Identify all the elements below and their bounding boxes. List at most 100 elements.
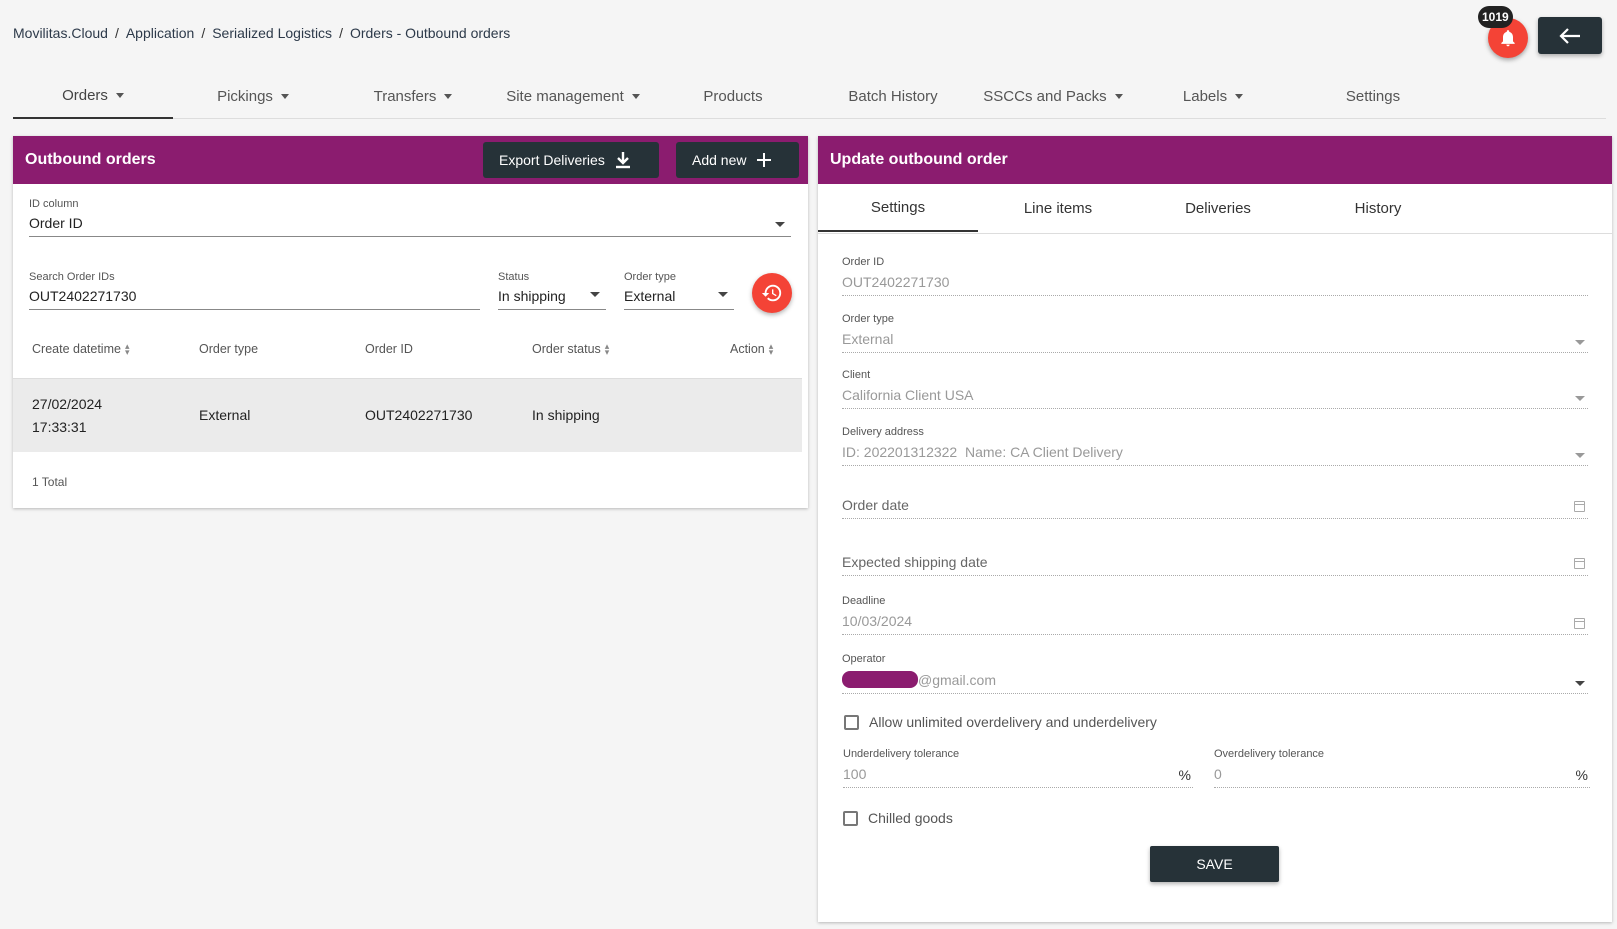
column-header-label: Order ID (365, 342, 413, 356)
order-type-select[interactable]: Order type External (624, 271, 734, 311)
dropdown-arrow-icon (718, 292, 728, 297)
status-label: Status (498, 271, 530, 283)
arrow-left-icon (1559, 27, 1580, 44)
nav-tab-label: Products (703, 87, 763, 105)
order-id-label: Order ID (842, 256, 885, 268)
breadcrumb-link-application[interactable]: Application (126, 25, 195, 41)
outbound-orders-panel: Outbound orders Export Deliveries Add ne… (13, 136, 808, 508)
calendar-icon[interactable] (1574, 501, 1585, 512)
underdelivery-label: Underdelivery tolerance (843, 748, 960, 760)
column-header-label: Action (730, 342, 765, 356)
tab-history[interactable]: History (1298, 184, 1458, 232)
order-date-input[interactable]: Order date (842, 497, 1588, 519)
order-type-label: Order type (624, 271, 676, 283)
tab-settings[interactable]: Settings (818, 184, 978, 232)
history-icon (761, 284, 782, 302)
column-header-order-type: Order type (199, 342, 258, 356)
search-order-ids-field[interactable]: Search Order IDs OUT2402271730 (29, 271, 480, 311)
nav-tab-site-management[interactable]: Site management (493, 73, 653, 119)
id-column-select[interactable]: ID column Order ID (29, 198, 791, 237)
dropdown-arrow-icon (775, 222, 785, 227)
tab-deliveries[interactable]: Deliveries (1138, 184, 1298, 232)
checkbox-box[interactable] (844, 714, 859, 730)
nav-tab-transfers[interactable]: Transfers (333, 73, 493, 119)
nav-tab-label: Pickings (217, 87, 273, 105)
tab-line-items[interactable]: Line items (978, 184, 1138, 232)
main-nav: Orders Pickings Transfers Site managemen… (13, 73, 1606, 119)
add-new-label: Add new (692, 152, 747, 168)
status-select[interactable]: Status In shipping (498, 271, 606, 311)
overdelivery-label: Overdelivery tolerance (1214, 748, 1325, 760)
nav-tab-label: Orders (62, 86, 108, 104)
order-type-detail-select: Order type External (842, 313, 1588, 353)
delivery-address-label: Delivery address (842, 426, 924, 438)
nav-tab-orders[interactable]: Orders (13, 73, 173, 119)
order-date-field[interactable]: Order date (842, 497, 1588, 519)
column-header-order-status[interactable]: Order status ▴ ▾ (532, 342, 609, 357)
export-deliveries-label: Export Deliveries (499, 152, 605, 168)
nav-tab-label: Settings (1345, 87, 1401, 105)
cell-order-id: OUT2402271730 (365, 407, 473, 423)
nav-tab-label: Transfers (373, 87, 437, 105)
export-deliveries-button[interactable]: Export Deliveries (483, 142, 659, 178)
caret-down-icon (115, 92, 124, 98)
calendar-icon[interactable] (1574, 558, 1585, 569)
update-order-panel: Update outbound order Settings Line item… (818, 136, 1612, 922)
expected-shipping-date-field[interactable]: Expected shipping date (842, 554, 1588, 576)
operator-email-domain: @gmail.com (918, 671, 997, 688)
expected-shipping-date-input[interactable]: Expected shipping date (842, 554, 1588, 576)
breadcrumb: Movilitas.Cloud / Application / Serializ… (13, 25, 510, 41)
nav-tab-ssccs-and-packs[interactable]: SSCCs and Packs (973, 73, 1133, 119)
overdelivery-value: 0 (1214, 766, 1590, 788)
reset-filters-button[interactable] (752, 273, 792, 313)
cell-create-datetime: 27/02/2024 17:33:31 (32, 393, 102, 439)
column-header-action[interactable]: Action ▴ ▾ (730, 342, 773, 357)
search-order-ids-input[interactable]: OUT2402271730 (29, 288, 480, 310)
operator-label: Operator (842, 653, 886, 665)
checkbox-box[interactable] (843, 810, 858, 826)
percent-suffix: % (1178, 767, 1191, 783)
operator-value: @gmail.com (842, 671, 1588, 694)
order-type-value: External (842, 331, 1588, 353)
nav-tab-settings[interactable]: Settings (1293, 73, 1453, 119)
deadline-label: Deadline (842, 595, 886, 607)
operator-select[interactable]: Operator @gmail.com (842, 653, 1588, 694)
allow-unlimited-checkbox[interactable]: Allow unlimited overdelivery and underde… (844, 714, 1157, 730)
breadcrumb-separator: / (201, 25, 206, 41)
dropdown-arrow-icon (1575, 340, 1585, 345)
nav-tab-products[interactable]: Products (653, 73, 813, 119)
column-header-create-datetime[interactable]: Create datetime ▴ ▾ (32, 342, 129, 357)
delivery-address-select: Delivery address ID: 202201312322 Name: … (842, 426, 1588, 466)
back-button[interactable] (1538, 17, 1602, 54)
order-id-field: Order ID OUT2402271730 (842, 256, 1588, 296)
notifications-button[interactable]: 1019 (1478, 6, 1528, 58)
column-header-label: Create datetime (32, 342, 121, 356)
caret-down-icon (1114, 93, 1123, 99)
overdelivery-tolerance-field: Overdelivery tolerance 0 % (1214, 748, 1590, 788)
order-id-value: OUT2402271730 (842, 274, 1588, 296)
breadcrumb-link-home[interactable]: Movilitas.Cloud (13, 25, 108, 41)
nav-tab-pickings[interactable]: Pickings (173, 73, 333, 119)
search-order-ids-label: Search Order IDs (29, 271, 115, 283)
breadcrumb-current: Orders - Outbound orders (349, 25, 511, 41)
nav-tab-batch-history[interactable]: Batch History (813, 73, 973, 119)
deadline-value: 10/03/2024 (842, 613, 1588, 635)
id-column-label: ID column (29, 198, 79, 210)
chilled-goods-checkbox[interactable]: Chilled goods (843, 810, 953, 826)
cell-order-type: External (199, 407, 251, 423)
save-button[interactable]: SAVE (1150, 846, 1279, 882)
allow-unlimited-label: Allow unlimited overdelivery and underde… (869, 714, 1157, 730)
breadcrumb-link-serialized-logistics[interactable]: Serialized Logistics (212, 25, 332, 41)
column-header-order-id: Order ID (365, 342, 413, 356)
table-row[interactable]: 27/02/2024 17:33:31 External OUT24022717… (13, 378, 802, 452)
underdelivery-value: 100 (843, 766, 1193, 788)
percent-suffix: % (1575, 767, 1588, 783)
nav-tab-labels[interactable]: Labels (1133, 73, 1293, 119)
cell-order-status: In shipping (532, 407, 600, 423)
outbound-orders-header: Outbound orders Export Deliveries Add ne… (13, 136, 808, 184)
column-header-label: Order type (199, 342, 259, 356)
id-column-value: Order ID (29, 215, 791, 237)
panel-title: Outbound orders (25, 151, 156, 168)
panel-title: Update outbound order (830, 151, 1008, 168)
add-new-button[interactable]: Add new (676, 142, 799, 178)
